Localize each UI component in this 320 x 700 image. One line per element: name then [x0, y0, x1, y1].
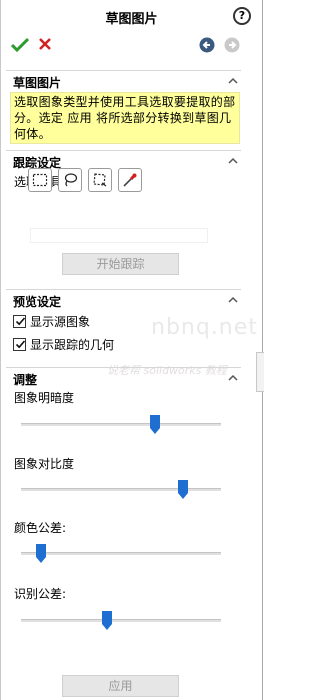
back-arrow-icon[interactable] [199, 37, 215, 53]
polygon-lasso-tool-button[interactable] [88, 168, 112, 192]
show-traced-geometry-label[interactable]: 显示跟踪的几何 [30, 336, 114, 353]
color-tolerance-slider-track[interactable] [21, 552, 221, 555]
contrast-label: 图象对比度 [14, 457, 75, 471]
show-source-image-checkbox[interactable] [13, 315, 26, 328]
selection-tool-icon [32, 173, 48, 187]
section-header-adjust[interactable]: 调整 [6, 367, 241, 387]
start-tracking-button[interactable]: 开始跟踪 [62, 253, 179, 275]
contrast-slider-thumb[interactable] [178, 480, 188, 500]
apply-button[interactable]: 应用 [62, 675, 179, 697]
color-picker-button[interactable] [118, 168, 142, 192]
recognition-tolerance-label: 识别公差: [14, 587, 67, 601]
ok-check-icon[interactable] [11, 37, 29, 53]
color-tolerance-label: 颜色公差: [14, 521, 67, 535]
info-message-box: 选取图象类型并使用工具选取要提取的部分。选定 应用 将所选部分转换到草图几何体。 [10, 92, 240, 144]
help-icon[interactable]: ? [233, 7, 251, 25]
title-bar: 草图图片 ? [1, 0, 262, 30]
section-title: 预览设定 [13, 295, 62, 309]
checkmark-icon [15, 317, 26, 326]
section-header-tracking[interactable]: 跟踪设定 [6, 150, 241, 170]
picked-color-field [30, 228, 208, 243]
recognition-tolerance-slider-track[interactable] [21, 619, 221, 622]
section-title: 调整 [13, 373, 38, 387]
collapse-chevron-icon[interactable] [228, 77, 238, 84]
action-bar [1, 34, 262, 58]
panel-resize-handle[interactable] [256, 352, 264, 392]
brightness-slider-track[interactable] [21, 423, 221, 426]
show-traced-geometry-checkbox[interactable] [13, 338, 26, 351]
section-header-sketch-picture[interactable]: 草图图片 [6, 70, 241, 90]
property-manager-panel: 草图图片 ? 草图图片 选取图象类型并使用工具选取要提取的部分。选定 应用 将所… [0, 0, 264, 700]
polygon-lasso-tool-icon [93, 173, 107, 187]
panel-title: 草图图片 [105, 12, 158, 27]
brightness-slider-thumb[interactable] [150, 415, 160, 435]
show-source-image-label[interactable]: 显示源图象 [30, 313, 90, 330]
recognition-tolerance-slider-thumb[interactable] [102, 611, 112, 631]
collapse-chevron-icon[interactable] [228, 374, 238, 381]
collapse-chevron-icon[interactable] [228, 296, 238, 303]
brightness-label: 图象明暗度 [14, 391, 75, 405]
lasso-tool-icon [64, 173, 78, 187]
cancel-x-icon[interactable] [38, 37, 52, 51]
color-tolerance-slider-thumb[interactable] [36, 544, 46, 564]
section-title: 草图图片 [13, 76, 62, 90]
color-picker-icon [123, 173, 137, 187]
lasso-tool-button[interactable] [58, 168, 82, 192]
collapse-chevron-icon[interactable] [228, 157, 238, 164]
watermark-text: nbnq.net [151, 315, 258, 340]
section-header-preview[interactable]: 预览设定 [6, 289, 241, 309]
checkmark-icon [15, 340, 26, 349]
contrast-slider-track[interactable] [21, 488, 221, 491]
selection-tool-button[interactable] [28, 168, 52, 192]
forward-arrow-icon[interactable] [224, 37, 240, 53]
